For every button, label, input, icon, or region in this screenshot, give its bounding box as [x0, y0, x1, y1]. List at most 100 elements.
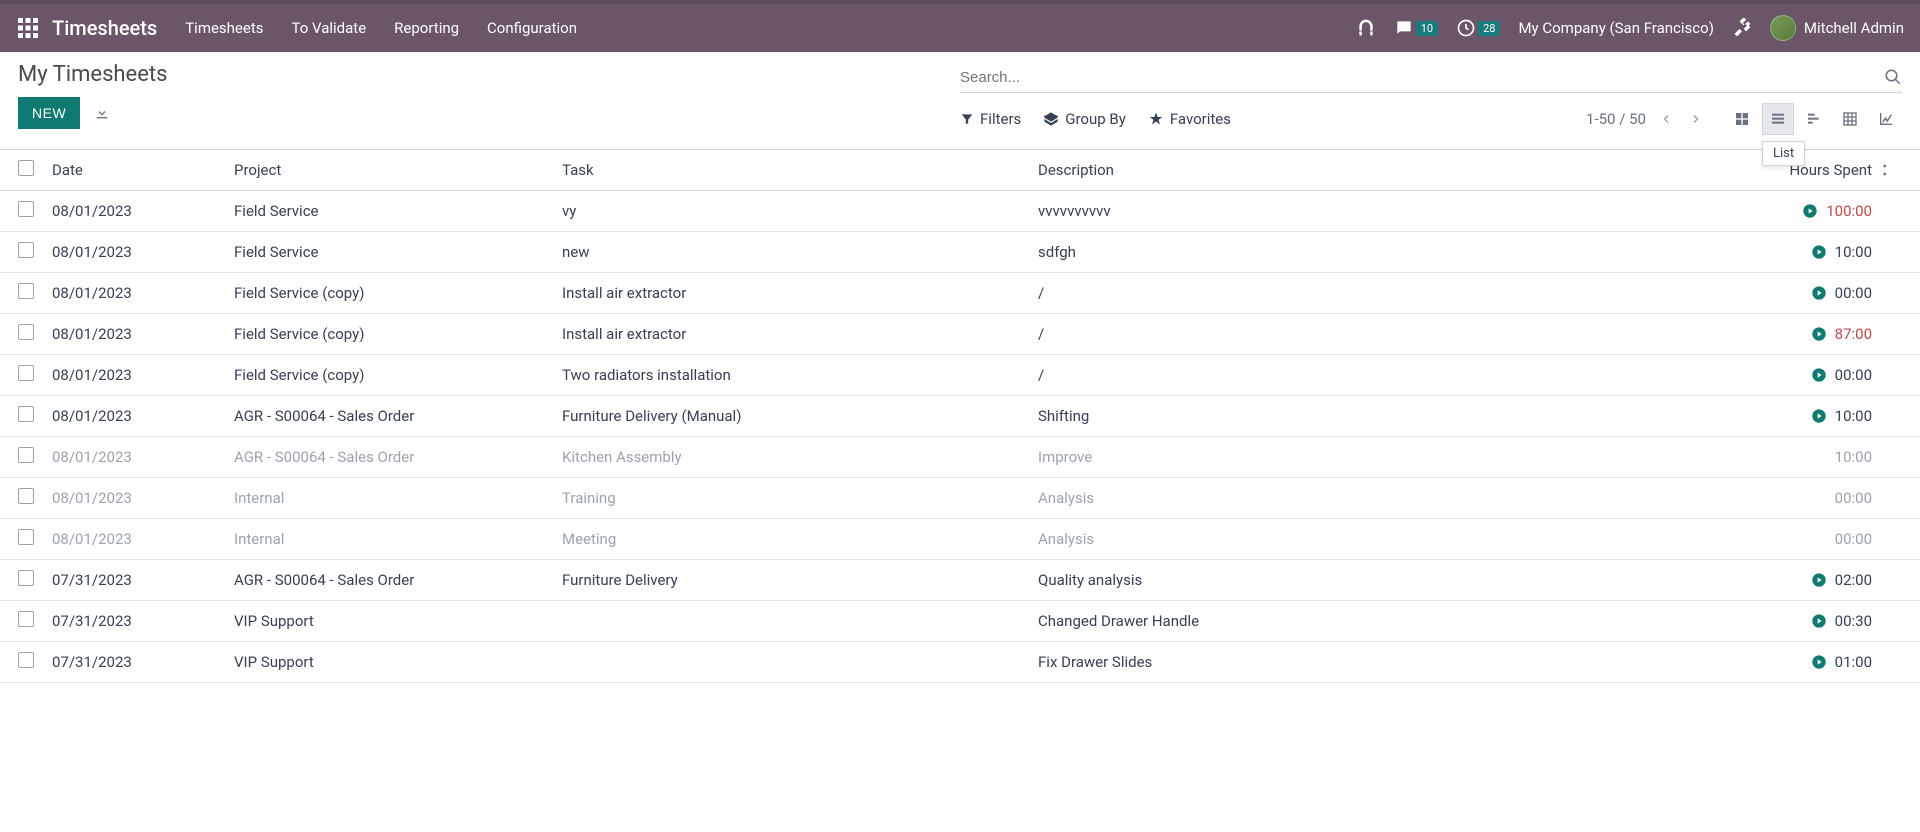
row-checkbox[interactable]: [18, 201, 34, 217]
table-row[interactable]: 08/01/2023Field Servicenewsdfgh10:00: [0, 232, 1920, 273]
row-checkbox[interactable]: [18, 488, 34, 504]
pager: 1-50 / 50: [1586, 110, 1706, 128]
table-row[interactable]: 08/01/2023Field Servicevyvvvvvvvvvv100:0…: [0, 191, 1920, 232]
phone-icon[interactable]: [1356, 18, 1376, 38]
cell-hours: 00:00: [1742, 530, 1872, 548]
nav-timesheets[interactable]: Timesheets: [185, 19, 263, 37]
play-icon[interactable]: [1811, 613, 1827, 629]
cell-date: 07/31/2023: [52, 571, 234, 589]
cell-project: AGR - S00064 - Sales Order: [234, 448, 562, 466]
hours-value: 00:30: [1835, 612, 1872, 630]
cell-hours: 100:00: [1742, 202, 1872, 220]
col-task[interactable]: Task: [562, 161, 1038, 179]
cell-hours: 00:00: [1742, 284, 1872, 302]
cell-description: vvvvvvvvvv: [1038, 202, 1742, 220]
play-icon[interactable]: [1811, 367, 1827, 383]
cell-date: 08/01/2023: [52, 530, 234, 548]
cell-description: sdfgh: [1038, 243, 1742, 261]
cell-task: Two radiators installation: [562, 366, 1038, 384]
pager-text[interactable]: 1-50 / 50: [1586, 110, 1646, 128]
cell-hours: 02:00: [1742, 571, 1872, 589]
cell-date: 08/01/2023: [52, 366, 234, 384]
table-row[interactable]: 08/01/2023Field Service (copy)Two radiat…: [0, 355, 1920, 396]
cell-task: Furniture Delivery: [562, 571, 1038, 589]
col-description[interactable]: Description: [1038, 161, 1742, 179]
play-icon[interactable]: [1811, 572, 1827, 588]
cell-date: 08/01/2023: [52, 284, 234, 302]
apps-icon[interactable]: [16, 16, 40, 40]
play-icon[interactable]: [1802, 203, 1818, 219]
cell-description: Improve: [1038, 448, 1742, 466]
table-row[interactable]: 08/01/2023AGR - S00064 - Sales OrderKitc…: [0, 437, 1920, 478]
cell-description: /: [1038, 284, 1742, 302]
row-checkbox[interactable]: [18, 242, 34, 258]
row-checkbox[interactable]: [18, 570, 34, 586]
col-date[interactable]: Date: [52, 161, 234, 179]
download-icon[interactable]: [94, 105, 110, 121]
hours-value: 00:00: [1835, 489, 1872, 507]
user-menu[interactable]: Mitchell Admin: [1770, 15, 1904, 41]
view-graph[interactable]: [1870, 103, 1902, 135]
play-icon[interactable]: [1811, 326, 1827, 342]
debug-icon[interactable]: [1732, 18, 1752, 38]
company-switcher[interactable]: My Company (San Francisco): [1518, 19, 1713, 37]
hours-value: 87:00: [1835, 325, 1872, 343]
table-row[interactable]: 07/31/2023AGR - S00064 - Sales OrderFurn…: [0, 560, 1920, 601]
table-row[interactable]: 08/01/2023InternalTrainingAnalysis00:00: [0, 478, 1920, 519]
cell-hours: 87:00: [1742, 325, 1872, 343]
table-row[interactable]: 08/01/2023AGR - S00064 - Sales OrderFurn…: [0, 396, 1920, 437]
hours-value: 10:00: [1835, 243, 1872, 261]
pager-next[interactable]: [1686, 113, 1706, 125]
groupby-button[interactable]: Group By: [1043, 110, 1126, 128]
nav-reporting[interactable]: Reporting: [394, 19, 459, 37]
row-checkbox[interactable]: [18, 324, 34, 340]
col-options-icon[interactable]: [1872, 162, 1902, 178]
cell-hours: 01:00: [1742, 653, 1872, 671]
cell-project: Field Service (copy): [234, 366, 562, 384]
view-pivot[interactable]: [1834, 103, 1866, 135]
select-all-checkbox[interactable]: [18, 160, 34, 176]
app-brand[interactable]: Timesheets: [52, 16, 157, 40]
hours-value: 100:00: [1826, 202, 1872, 220]
activities-icon[interactable]: 28: [1456, 18, 1500, 38]
filters-button[interactable]: Filters: [960, 110, 1021, 128]
play-icon[interactable]: [1811, 654, 1827, 670]
row-checkbox[interactable]: [18, 611, 34, 627]
view-list[interactable]: [1762, 103, 1794, 135]
cell-date: 07/31/2023: [52, 612, 234, 630]
row-checkbox[interactable]: [18, 447, 34, 463]
view-gantt[interactable]: [1798, 103, 1830, 135]
row-checkbox[interactable]: [18, 529, 34, 545]
col-project[interactable]: Project: [234, 161, 562, 179]
hours-value: 00:00: [1835, 366, 1872, 384]
row-checkbox[interactable]: [18, 283, 34, 299]
play-icon[interactable]: [1811, 408, 1827, 424]
table-row[interactable]: 07/31/2023VIP SupportChanged Drawer Hand…: [0, 601, 1920, 642]
nav-configuration[interactable]: Configuration: [487, 19, 577, 37]
play-icon[interactable]: [1811, 285, 1827, 301]
play-icon[interactable]: [1811, 244, 1827, 260]
new-button[interactable]: NEW: [18, 97, 80, 129]
cell-project: VIP Support: [234, 612, 562, 630]
cell-project: Internal: [234, 530, 562, 548]
cell-hours: 10:00: [1742, 407, 1872, 425]
cell-description: /: [1038, 366, 1742, 384]
search-icon[interactable]: [1884, 68, 1902, 86]
pager-prev[interactable]: [1656, 113, 1676, 125]
row-checkbox[interactable]: [18, 406, 34, 422]
cell-project: Field Service (copy): [234, 284, 562, 302]
table-row[interactable]: 08/01/2023InternalMeetingAnalysis00:00: [0, 519, 1920, 560]
table-row[interactable]: 08/01/2023Field Service (copy)Install ai…: [0, 314, 1920, 355]
search-input[interactable]: [960, 69, 1884, 86]
activities-badge: 28: [1478, 21, 1500, 36]
favorites-button[interactable]: Favorites: [1148, 110, 1231, 128]
row-checkbox[interactable]: [18, 652, 34, 668]
table-row[interactable]: 07/31/2023VIP SupportFix Drawer Slides01…: [0, 642, 1920, 683]
nav-to-validate[interactable]: To Validate: [292, 19, 367, 37]
hours-value: 10:00: [1835, 448, 1872, 466]
view-kanban[interactable]: [1726, 103, 1758, 135]
cell-description: Analysis: [1038, 489, 1742, 507]
row-checkbox[interactable]: [18, 365, 34, 381]
messages-icon[interactable]: 10: [1394, 18, 1438, 38]
table-row[interactable]: 08/01/2023Field Service (copy)Install ai…: [0, 273, 1920, 314]
